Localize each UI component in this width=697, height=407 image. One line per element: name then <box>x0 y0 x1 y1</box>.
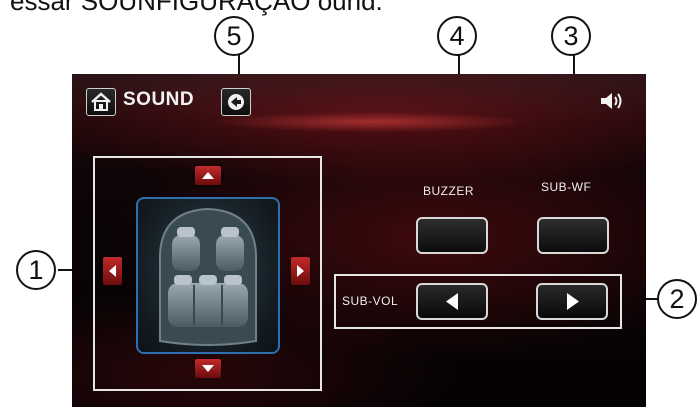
back-button[interactable] <box>221 88 251 116</box>
car-seat-layout-icon <box>159 207 257 346</box>
triangle-right-icon <box>567 293 579 310</box>
car-seat-view[interactable] <box>136 197 280 354</box>
page-title: SOUND <box>123 89 195 110</box>
callout-2: 2 <box>657 279 697 319</box>
home-button[interactable] <box>86 88 116 116</box>
callout-1: 1 <box>16 250 56 290</box>
callout-3: 3 <box>551 16 591 56</box>
triangle-up-icon <box>202 172 214 179</box>
buzzer-button[interactable] <box>416 217 488 254</box>
buzzer-label: BUZZER <box>423 184 474 198</box>
fader-down-button[interactable] <box>195 359 221 378</box>
home-icon <box>91 92 111 111</box>
sub-wf-button[interactable] <box>537 217 609 254</box>
balance-right-button[interactable] <box>291 257 310 285</box>
sound-screen: SOUND BUZZER SUB-WF SUB-VOL <box>72 74 646 407</box>
sub-vol-decrease-button[interactable] <box>416 283 488 320</box>
speaker-volume-icon[interactable] <box>599 90 625 112</box>
callout-5: 5 <box>214 16 254 56</box>
triangle-down-icon <box>202 365 214 372</box>
back-icon <box>228 94 244 110</box>
sub-vol-label: SUB-VOL <box>342 294 399 308</box>
document-caption: essar SOUNFIGURAÇÃO ound. <box>10 0 383 16</box>
fader-up-button[interactable] <box>195 166 221 185</box>
triangle-left-icon <box>446 293 458 310</box>
triangle-left-icon <box>109 265 116 277</box>
triangle-right-icon <box>297 265 304 277</box>
balance-fader-panel <box>93 156 322 391</box>
callout-4: 4 <box>437 16 477 56</box>
balance-left-button[interactable] <box>103 257 122 285</box>
sub-vol-increase-button[interactable] <box>536 283 608 320</box>
sub-vol-panel: SUB-VOL <box>334 274 622 329</box>
sub-wf-label: SUB-WF <box>541 180 592 194</box>
